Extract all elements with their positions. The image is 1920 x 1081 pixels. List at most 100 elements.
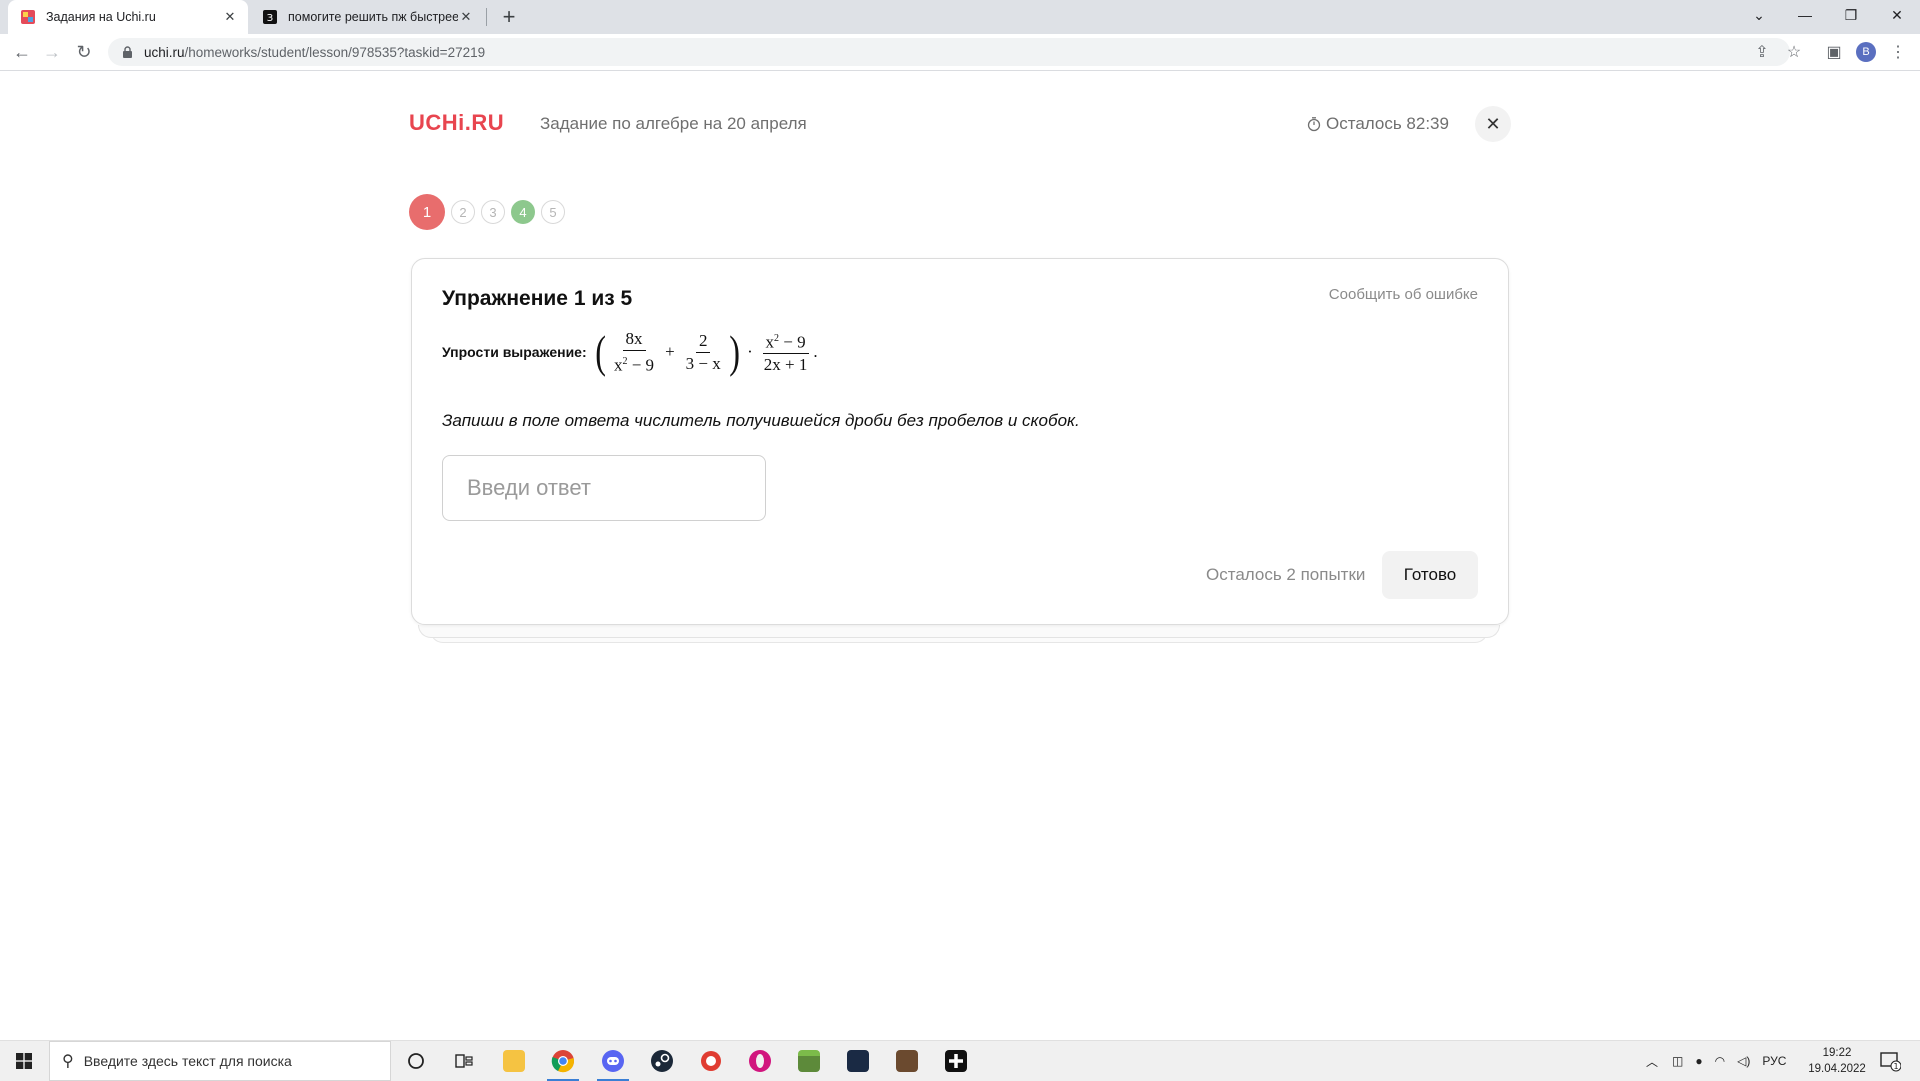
new-tab-plus-icon[interactable]: + bbox=[496, 4, 522, 30]
chrome-icon[interactable] bbox=[543, 1045, 583, 1081]
close-window-icon[interactable]: ✕ bbox=[1874, 0, 1920, 30]
microphone-icon[interactable]: ● bbox=[1695, 1054, 1702, 1068]
fraction-2: 2 3 − x bbox=[683, 331, 724, 373]
windows-start-icon[interactable] bbox=[4, 1045, 44, 1077]
share-icon[interactable]: ⇪ bbox=[1748, 38, 1776, 66]
tab-search-chevron-icon[interactable]: ⌄ bbox=[1736, 0, 1782, 30]
browser-tab-uchi[interactable]: Задания на Uchi.ru ✕ bbox=[8, 0, 248, 34]
timer: Осталось 82:39 bbox=[1306, 114, 1449, 134]
browser-tab-strip: Задания на Uchi.ru ✕ З помогите решить п… bbox=[0, 0, 1920, 34]
timer-text: Осталось 82:39 bbox=[1326, 114, 1449, 133]
answer-input[interactable] bbox=[442, 455, 766, 521]
browser-toolbar: ← → ↻ uchi.ru/homeworks/student/lesson/9… bbox=[0, 34, 1920, 71]
close-icon: ✕ bbox=[1485, 113, 1501, 134]
exercise-card: Упражнение 1 из 5 Сообщить об ошибке Упр… bbox=[411, 258, 1509, 625]
ccleaner-icon[interactable] bbox=[691, 1045, 731, 1077]
minecraft-icon[interactable] bbox=[789, 1045, 829, 1077]
task-view-icon[interactable] bbox=[444, 1045, 484, 1077]
tab-separator bbox=[486, 8, 487, 26]
language-indicator[interactable]: РУС bbox=[1762, 1054, 1786, 1068]
tab-title: помогите решить пж быстрее!!! bbox=[288, 10, 458, 24]
homework-title: Задание по алгебре на 20 апреля bbox=[540, 114, 807, 133]
game-app-icon[interactable] bbox=[838, 1045, 878, 1077]
fraction-1-denominator: x2 − 9 bbox=[611, 351, 657, 375]
side-panel-icon[interactable]: ▣ bbox=[1820, 38, 1848, 66]
search-icon: ⚲ bbox=[62, 1053, 74, 1070]
svg-text:З: З bbox=[267, 13, 273, 24]
bookmark-star-icon[interactable]: ☆ bbox=[1780, 38, 1808, 66]
minimize-icon[interactable]: — bbox=[1782, 0, 1828, 30]
close-tab-icon[interactable]: ✕ bbox=[458, 9, 474, 25]
speaker-icon[interactable]: ◁) bbox=[1737, 1054, 1750, 1068]
app-plus-icon[interactable] bbox=[936, 1045, 976, 1077]
clock-date: 19.04.2022 bbox=[1808, 1063, 1866, 1075]
restore-icon[interactable]: ❐ bbox=[1828, 0, 1874, 30]
step-3[interactable]: 3 bbox=[481, 200, 505, 224]
forward-arrow-icon[interactable]: → bbox=[38, 38, 66, 66]
exercise-title: Упражнение 1 из 5 bbox=[442, 287, 633, 310]
game-launcher-icon[interactable] bbox=[887, 1045, 927, 1077]
card-stack-layer bbox=[418, 625, 1500, 638]
den-rest: − 9 bbox=[627, 355, 655, 375]
fraction-3-numerator: x2 − 9 bbox=[762, 330, 809, 355]
fraction-1-numerator: 8x bbox=[622, 329, 646, 351]
clock[interactable]: 19:22 19.04.2022 bbox=[1800, 1045, 1874, 1077]
fraction-3-denominator: 2x + 1 bbox=[763, 355, 808, 375]
url-path: /homeworks/student/lesson/978535?taskid=… bbox=[184, 44, 486, 60]
uchi-logo[interactable]: UCHi.RU bbox=[409, 110, 504, 136]
profile-avatar[interactable]: B bbox=[1856, 42, 1876, 62]
plus-sign: + bbox=[665, 342, 675, 361]
fraction-2-denominator: 3 − x bbox=[685, 353, 721, 373]
num-base: x bbox=[765, 332, 775, 352]
submit-button[interactable]: Готово bbox=[1382, 551, 1478, 599]
address-bar[interactable]: uchi.ru/homeworks/student/lesson/978535?… bbox=[108, 38, 1790, 66]
left-paren: ( bbox=[594, 326, 606, 377]
steam-icon[interactable] bbox=[642, 1045, 682, 1077]
report-error-link[interactable]: Сообщить об ошибке bbox=[1329, 286, 1478, 303]
browser-tab-znanija[interactable]: З помогите решить пж быстрее!!! ✕ bbox=[252, 0, 484, 34]
opera-gx-icon[interactable] bbox=[740, 1045, 780, 1077]
system-tray: ︿ ◫ ● ◠ ◁) РУС bbox=[1646, 1041, 1786, 1081]
taskbar: ⚲ Введите здесь текст для поиска ︿ ◫ ● ◠… bbox=[0, 1040, 1920, 1081]
fraction-3: x2 − 9 2x + 1 bbox=[761, 330, 811, 375]
clock-time: 19:22 bbox=[1822, 1047, 1852, 1059]
fraction-2-numerator: 2 bbox=[695, 331, 711, 353]
task-statement: Упрости выражение: ( 8x x2 − 9 + 2 3 − x… bbox=[442, 329, 818, 375]
uchi-favicon-icon bbox=[21, 10, 35, 24]
cortana-icon[interactable] bbox=[396, 1045, 436, 1077]
fraction-1: 8x x2 − 9 bbox=[611, 329, 657, 375]
step-4[interactable]: 4 bbox=[511, 200, 535, 224]
expression-end: . bbox=[813, 342, 818, 361]
attempts-left: Осталось 2 попытки bbox=[1206, 565, 1366, 584]
step-2[interactable]: 2 bbox=[451, 200, 475, 224]
camera-icon[interactable]: ◫ bbox=[1672, 1054, 1683, 1068]
right-paren: ) bbox=[729, 326, 740, 377]
menu-kebab-icon[interactable]: ⋮ bbox=[1884, 38, 1912, 66]
task-label: Упрости выражение: bbox=[442, 344, 587, 360]
multiply-dot: · bbox=[747, 342, 753, 361]
file-explorer-icon[interactable] bbox=[494, 1045, 534, 1077]
step-1[interactable]: 1 bbox=[409, 194, 445, 230]
taskbar-search-box[interactable]: ⚲ Введите здесь текст для поиска bbox=[49, 1041, 391, 1081]
instruction-text: Запиши в поле ответа числитель получивше… bbox=[442, 411, 1080, 430]
num-rest: − 9 bbox=[779, 332, 806, 352]
close-exercise-button[interactable]: ✕ bbox=[1475, 106, 1511, 142]
step-5[interactable]: 5 bbox=[541, 200, 565, 224]
stopwatch-icon bbox=[1307, 117, 1321, 132]
wifi-icon[interactable]: ◠ bbox=[1715, 1054, 1725, 1068]
znanija-favicon-icon: З bbox=[263, 10, 277, 24]
show-hidden-icons-chevron-icon[interactable]: ︿ bbox=[1646, 1053, 1658, 1070]
url-host: uchi.ru bbox=[144, 44, 185, 60]
close-tab-icon[interactable]: ✕ bbox=[222, 9, 238, 25]
math-expression: ( 8x x2 − 9 + 2 3 − x ) · x2 − 9 2x + 1 … bbox=[593, 329, 818, 375]
reload-icon[interactable]: ↻ bbox=[70, 38, 98, 66]
url-text[interactable]: uchi.ru/homeworks/student/lesson/978535?… bbox=[144, 45, 485, 60]
notification-center-icon[interactable]: 1 bbox=[1870, 1045, 1910, 1077]
notification-count: 1 bbox=[1893, 1062, 1898, 1071]
lock-icon[interactable] bbox=[120, 45, 134, 59]
taskbar-search-placeholder: Введите здесь текст для поиска bbox=[83, 1053, 292, 1069]
tab-title: Задания на Uchi.ru bbox=[46, 10, 156, 24]
discord-icon[interactable] bbox=[593, 1045, 633, 1081]
step-progress: 1 2 3 4 5 bbox=[409, 194, 571, 230]
back-arrow-icon[interactable]: ← bbox=[8, 38, 36, 66]
